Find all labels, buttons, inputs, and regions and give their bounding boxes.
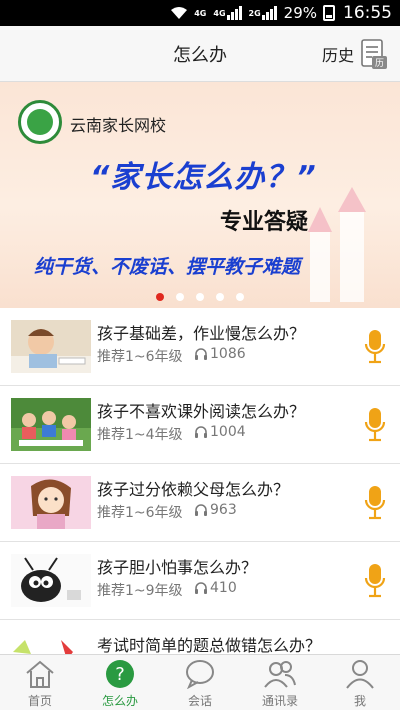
profile-icon	[343, 657, 377, 691]
listen-count-value: 1004	[210, 424, 246, 440]
school-logo-icon	[18, 100, 62, 144]
tab-chat[interactable]: 会话	[160, 655, 240, 710]
wifi-icon	[170, 6, 188, 20]
carousel-dot[interactable]	[196, 293, 204, 301]
item-title: 孩子不喜欢课外阅读怎么办？	[97, 402, 306, 421]
headphones-icon	[195, 582, 207, 594]
listen-count: 410	[194, 580, 237, 596]
cartoon-girl-thumb	[11, 476, 91, 529]
listen-count: 1086	[194, 346, 246, 362]
contacts-icon	[263, 657, 297, 691]
microphone-icon[interactable]	[364, 484, 386, 522]
tab-label: 会话	[187, 694, 212, 708]
item-title: 孩子过分依赖父母怎么办？	[97, 480, 290, 499]
promo-banner[interactable]: 云南家长网校 “家长怎么办？” 专业答疑 纯干货、不废话、摆平教子难题	[0, 82, 400, 308]
banner-headline: “家长怎么办？”	[90, 160, 317, 195]
castle-icon	[308, 187, 366, 302]
microphone-icon[interactable]	[364, 328, 386, 366]
tab-home[interactable]: 首页	[0, 655, 80, 710]
item-title: 考试时简单的题总做错怎么办？	[97, 636, 322, 654]
listen-count: 1004	[194, 424, 246, 440]
carousel-dot[interactable]	[216, 293, 224, 301]
signal-4g-secondary-icon: 4G	[213, 6, 242, 20]
history-button[interactable]: 历史 历	[322, 36, 388, 72]
listen-count-value: 1086	[210, 346, 246, 362]
svg-text:历: 历	[375, 58, 384, 69]
carousel-dot[interactable]	[176, 293, 184, 301]
list-item[interactable]: 孩子不喜欢课外阅读怎么办？ 推荐1~4年级 1004	[0, 386, 400, 464]
listen-count-value: 410	[210, 580, 237, 596]
chat-bubble-icon	[183, 657, 217, 691]
carousel-dot[interactable]	[236, 293, 244, 301]
page-title: 怎么办	[173, 44, 227, 66]
tab-how-to[interactable]: ? 怎么办	[80, 655, 160, 710]
item-grade: 推荐1~6年级	[97, 505, 183, 521]
battery-icon	[323, 5, 335, 21]
headphones-icon	[195, 348, 207, 360]
listen-count-value: 963	[210, 502, 237, 518]
tab-label: 首页	[27, 694, 52, 708]
item-title: 孩子基础差，作业慢怎么办？	[97, 324, 306, 343]
children-reading-thumb	[11, 398, 91, 451]
network-type-label: 4G	[213, 8, 226, 18]
history-calendar-icon: 历	[360, 38, 388, 70]
tab-me[interactable]: 我	[320, 655, 400, 710]
cartoon-bug-thumb	[11, 554, 91, 607]
tab-label: 怎么办	[101, 694, 138, 708]
tab-label: 通讯录	[261, 694, 298, 708]
exam-thumb	[11, 632, 91, 654]
history-label: 历史	[321, 46, 354, 65]
listen-count: 963	[194, 502, 237, 518]
item-grade: 推荐1~9年级	[97, 583, 183, 599]
network-type-label: 4G	[194, 8, 207, 18]
list-item[interactable]: 孩子胆小怕事怎么办？ 推荐1~9年级 410	[0, 542, 400, 620]
item-grade: 推荐1~4年级	[97, 427, 183, 443]
microphone-icon[interactable]	[364, 562, 386, 600]
signal-4g-icon: 4G	[194, 9, 207, 18]
app-header: 怎么办 历史 历	[0, 26, 400, 82]
bottom-tab-bar: 首页 ? 怎么办 会话 通讯录 我	[0, 654, 400, 710]
signal-2g-icon: 2G	[249, 6, 278, 20]
battery-percent: 29%	[283, 4, 317, 22]
item-title: 孩子胆小怕事怎么办？	[97, 558, 258, 577]
banner-school-name: 云南家长网校	[70, 116, 167, 135]
banner-subheadline: 专业答疑	[220, 210, 309, 235]
svg-text:?: ?	[115, 664, 125, 685]
tab-label: 我	[353, 694, 366, 708]
item-grade: 推荐1~6年级	[97, 349, 183, 365]
list-item[interactable]: 考试时简单的题总做错怎么办？	[0, 620, 400, 654]
clock: 16:55	[343, 3, 392, 23]
banner-tagline: 纯干货、不废话、摆平教子难题	[34, 256, 301, 278]
child-writing-thumb	[11, 320, 91, 373]
status-bar: 4G 4G 2G 29% 16:55	[0, 0, 400, 26]
home-icon	[23, 657, 57, 691]
headphones-icon	[195, 426, 207, 438]
headphones-icon	[195, 504, 207, 516]
question-list: 孩子基础差，作业慢怎么办？ 推荐1~6年级 1086 孩子不喜欢课外阅读怎么办？	[0, 308, 400, 654]
microphone-icon[interactable]	[364, 406, 386, 444]
list-item[interactable]: 孩子过分依赖父母怎么办？ 推荐1~6年级 963	[0, 464, 400, 542]
question-icon: ?	[103, 657, 137, 691]
list-item[interactable]: 孩子基础差，作业慢怎么办？ 推荐1~6年级 1086	[0, 308, 400, 386]
network-type-label: 2G	[248, 8, 261, 18]
tab-contacts[interactable]: 通讯录	[240, 655, 320, 710]
carousel-dot[interactable]	[156, 293, 164, 301]
carousel-indicator	[0, 293, 400, 301]
